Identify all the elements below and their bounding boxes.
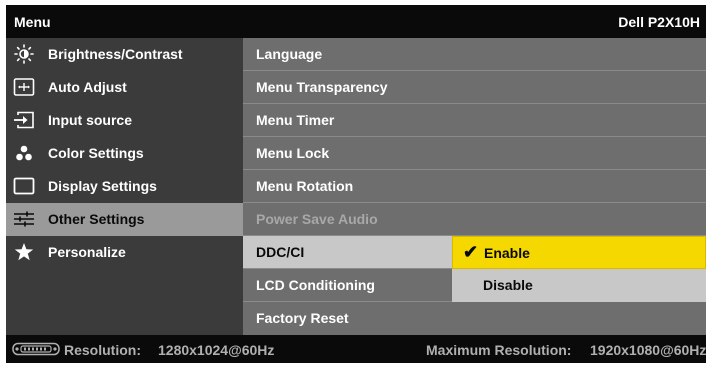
menu-item-label: Menu Rotation (256, 178, 354, 194)
settings-panel: Language Menu Transparency Menu Timer Me… (243, 38, 706, 335)
sidebar-item-display-settings[interactable]: Display Settings (6, 170, 243, 203)
option-label: Disable (483, 277, 533, 293)
menu-item-label: Menu Timer (256, 112, 335, 128)
menu-item-label: Power Save Audio (256, 211, 378, 227)
checkmark-icon: ✔ (463, 242, 479, 262)
sidebar-item-brightness-contrast[interactable]: Brightness/Contrast (6, 38, 243, 71)
resolution-value: 1280x1024@60Hz (158, 342, 275, 358)
sidebar-item-label: Display Settings (48, 178, 157, 194)
sidebar-item-label: Personalize (48, 244, 126, 260)
star-icon (14, 243, 34, 261)
status-bar: Resolution: 1280x1024@60Hz Maximum Resol… (6, 335, 706, 363)
ddc-option-disable[interactable]: Disable (452, 269, 706, 302)
menu-item-language[interactable]: Language (243, 38, 706, 71)
menu-item-ddc-ci[interactable]: DDC/CI (243, 236, 452, 269)
max-resolution-value: 1920x1080@60Hz (590, 342, 707, 358)
sidebar-item-label: Brightness/Contrast (48, 46, 183, 62)
sidebar: Brightness/Contrast Auto Adjust Input so… (6, 38, 243, 335)
menu-item-lcd-conditioning[interactable]: LCD Conditioning (243, 269, 452, 302)
menu-item-label: Menu Lock (256, 145, 330, 161)
menu-item-label: Factory Reset (256, 310, 349, 326)
option-label: Enable (484, 245, 530, 261)
input-source-icon (14, 111, 34, 129)
sidebar-item-auto-adjust[interactable]: Auto Adjust (6, 71, 243, 104)
menu-item-menu-lock[interactable]: Menu Lock (243, 137, 706, 170)
menu-item-factory-reset[interactable]: Factory Reset (243, 302, 706, 334)
menu-title: Menu (14, 14, 51, 30)
menu-item-label: Language (256, 46, 323, 62)
menu-item-menu-timer[interactable]: Menu Timer (243, 104, 706, 137)
menu-item-power-save-audio: Power Save Audio (243, 203, 706, 236)
max-resolution-label: Maximum Resolution: (426, 342, 572, 358)
resolution-label: Resolution: (64, 342, 141, 358)
brightness-icon (14, 44, 34, 64)
sidebar-item-color-settings[interactable]: Color Settings (6, 137, 243, 170)
sidebar-item-label: Input source (48, 112, 133, 128)
sidebar-item-label: Color Settings (48, 145, 144, 161)
menu-item-label: Menu Transparency (256, 79, 388, 95)
ddc-option-enable[interactable]: ✔ Enable (452, 236, 706, 269)
display-settings-icon (13, 177, 35, 195)
color-settings-icon (16, 145, 32, 161)
auto-adjust-icon (13, 78, 35, 96)
menu-item-label: LCD Conditioning (256, 277, 375, 293)
sidebar-item-other-settings[interactable]: Other Settings (6, 203, 243, 236)
osd-menu: Menu Dell P2X10H Brightness/Contrast Aut… (6, 5, 706, 363)
sidebar-item-input-source[interactable]: Input source (6, 104, 243, 137)
sidebar-item-label: Other Settings (48, 211, 145, 227)
vga-port-icon (12, 342, 60, 356)
menu-item-menu-transparency[interactable]: Menu Transparency (243, 71, 706, 104)
sidebar-item-label: Auto Adjust (48, 79, 127, 95)
other-settings-icon (14, 211, 34, 227)
menu-item-label: DDC/CI (256, 244, 305, 260)
sidebar-item-personalize[interactable]: Personalize (6, 236, 243, 269)
menu-item-menu-rotation[interactable]: Menu Rotation (243, 170, 706, 203)
title-bar: Menu Dell P2X10H (6, 5, 706, 38)
model-name: Dell P2X10H (618, 14, 700, 30)
